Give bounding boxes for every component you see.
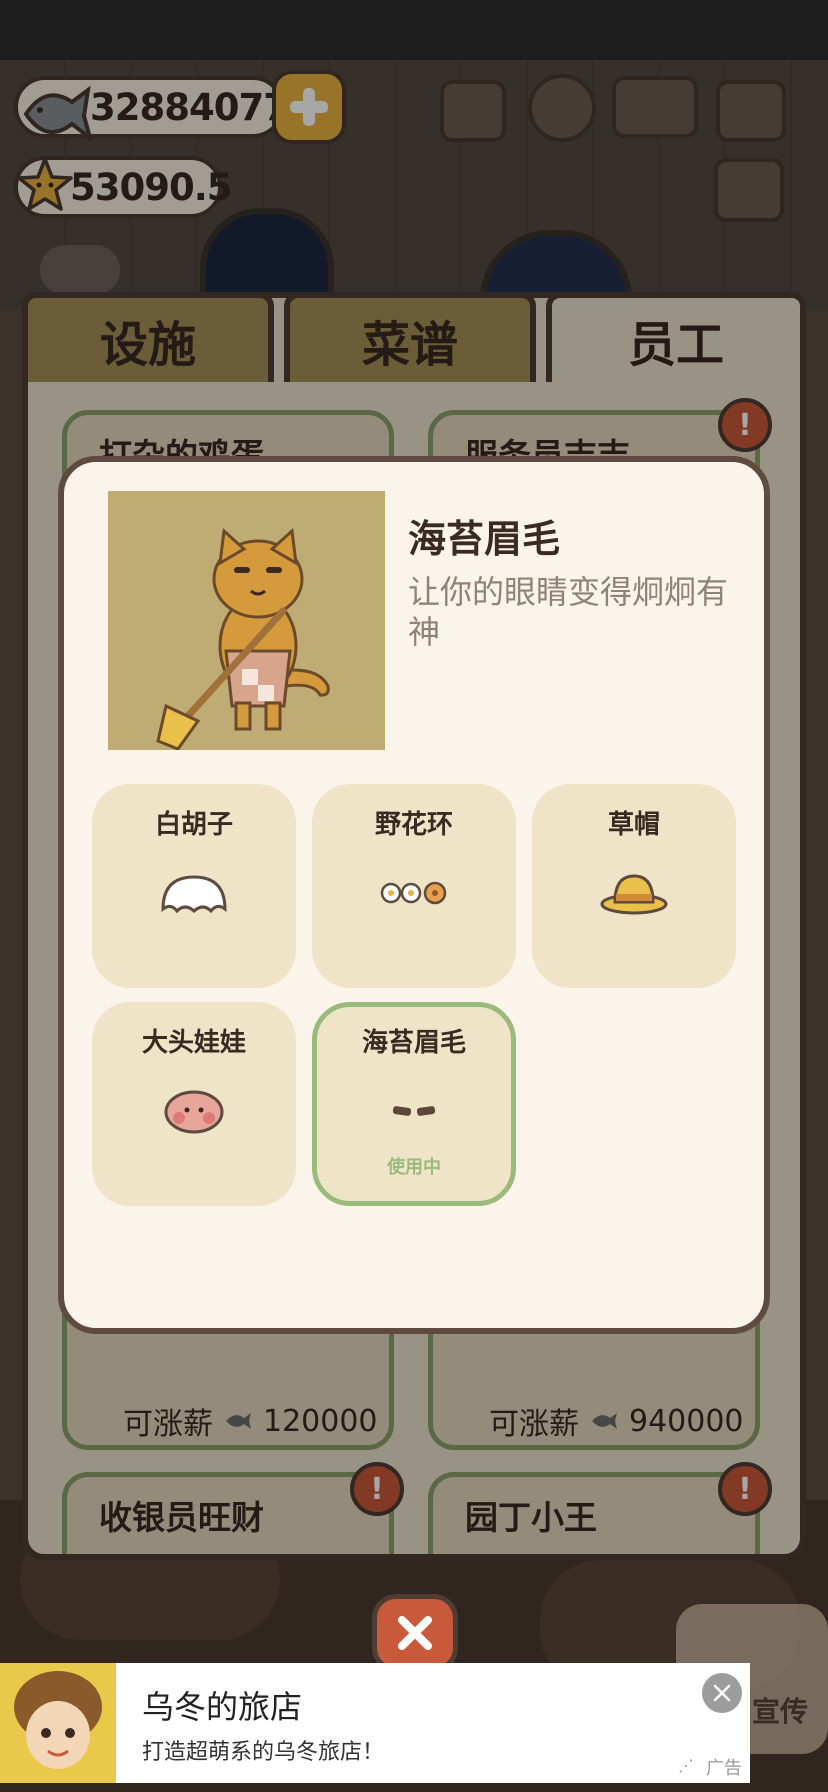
- accessory-name: 大头娃娃: [141, 1028, 246, 1058]
- white-beard-icon: [159, 863, 229, 923]
- accessory-flower-wreath[interactable]: 野花环: [312, 784, 516, 988]
- cat-with-broom-image: [156, 527, 330, 751]
- in-use-label: 使用中: [387, 1157, 441, 1178]
- ad-close-button[interactable]: [702, 1673, 742, 1713]
- ad-character-image: [14, 1671, 102, 1769]
- accessory-name: 草帽: [607, 810, 660, 840]
- accessory-name: 海苔眉毛: [361, 1028, 466, 1058]
- flower-wreath-icon: [379, 863, 449, 923]
- promotion-label: 宣传: [752, 1695, 809, 1728]
- ad-subtitle[interactable]: 打造超萌系的乌冬旅店！: [142, 1734, 384, 1766]
- straw-hat-icon: [599, 863, 669, 923]
- ad-title[interactable]: 乌冬的旅店: [142, 1682, 302, 1728]
- ad-image[interactable]: [0, 1663, 116, 1783]
- big-head-doll-icon: [159, 1081, 229, 1141]
- accessory-white-beard[interactable]: 白胡子: [92, 784, 296, 988]
- accessory-name: 白胡子: [154, 810, 233, 840]
- close-button[interactable]: [372, 1594, 458, 1672]
- accessory-name: 野花环: [374, 810, 453, 840]
- cat-portrait: [108, 491, 385, 751]
- accessory-title: 海苔眉毛: [408, 517, 561, 561]
- seaweed-eyebrows-icon: [389, 1081, 439, 1141]
- accessory-description: 让你的眼睛变得炯炯有神: [408, 573, 729, 651]
- close-icon: [398, 1616, 432, 1650]
- accessory-big-head-doll[interactable]: 大头娃娃: [92, 1002, 296, 1206]
- ad-label: 广告: [706, 1758, 742, 1779]
- accessory-seaweed-eyebrows[interactable]: 海苔眉毛 使用中: [312, 1002, 516, 1206]
- close-icon: [713, 1684, 731, 1702]
- accessory-straw-hat[interactable]: 草帽: [532, 784, 736, 988]
- ad-network-logo-icon: ⋰: [678, 1756, 694, 1775]
